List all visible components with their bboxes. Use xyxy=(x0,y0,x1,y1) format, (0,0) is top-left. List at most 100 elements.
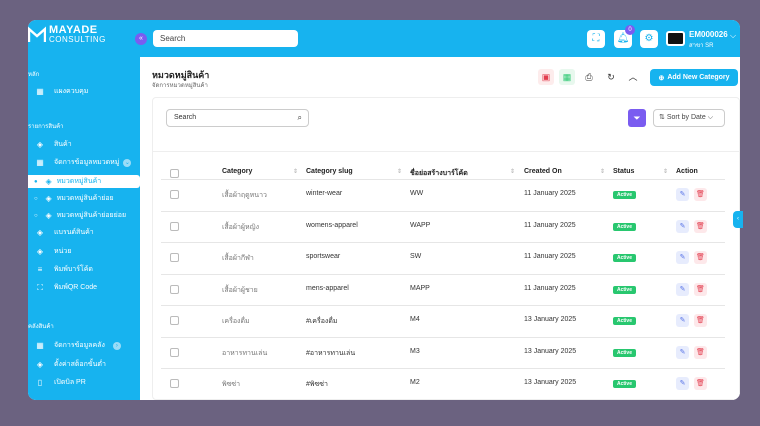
cell-slug: sportswear xyxy=(306,253,341,260)
header-status[interactable]: Status xyxy=(613,168,634,175)
row-checkbox[interactable] xyxy=(170,316,179,325)
status-badge: Active xyxy=(613,317,636,325)
edit-button[interactable]: ✎ xyxy=(676,188,689,201)
row-divider xyxy=(161,336,725,338)
gear-icon: ⚙ xyxy=(644,33,654,44)
cell-category: เสื้อผ้าผู้ชาย xyxy=(222,286,258,294)
grid-icon: ▦ xyxy=(36,341,44,350)
sidebar-item-open-pr[interactable]: ▯ เปิดบิล PR xyxy=(28,376,140,389)
export-pdf-button[interactable]: ▣ xyxy=(538,69,554,85)
app-window: MAYADE CONSULTING « ⛶ 🔔︎ 0 ⚙ EM000026 สา… xyxy=(28,20,740,400)
header-category-slug[interactable]: Category slug xyxy=(306,168,353,175)
delete-button[interactable]: 🗑︎ xyxy=(694,282,707,296)
cell-created-on: 13 January 2025 xyxy=(524,379,577,386)
table-row: เสื้อผ้าผู้หญิง womens-apparel WAPP 11 Janu… xyxy=(153,210,739,242)
cell-slug: mens-apparel xyxy=(306,284,349,292)
row-checkbox[interactable] xyxy=(170,190,179,199)
collapse-header-button[interactable]: ︿ xyxy=(625,69,641,85)
row-checkbox[interactable] xyxy=(170,221,179,231)
edit-icon: ✎ xyxy=(679,191,686,198)
refresh-icon: ↻ xyxy=(607,72,615,82)
table-row: อาหารทานเล่น #อาหารทานเล่น M3 13 January 20… xyxy=(153,336,739,368)
table-row: เครื่องดื่ม #เครื่องดื่ม M4 13 January 2025… xyxy=(153,305,739,336)
delete-button[interactable]: 🗑︎ xyxy=(694,188,707,201)
table-search-input[interactable]: Search ⌕ xyxy=(166,109,309,127)
printer-icon: ⎙ xyxy=(585,72,593,82)
bullet-icon: ○ xyxy=(34,195,38,202)
cell-created-on: 11 January 2025 xyxy=(524,253,576,260)
status-badge: Active xyxy=(613,222,636,231)
add-category-button[interactable]: ⊕ Add New Category xyxy=(650,69,738,86)
table-row: เสื้อผ้าฤดูหนาว winter-wear WW 11 January 2… xyxy=(153,179,739,210)
sort-icon[interactable]: ⇕ xyxy=(663,168,668,175)
fullscreen-icon: ⛶ xyxy=(592,33,600,44)
sort-icon[interactable]: ⇕ xyxy=(600,168,605,175)
delete-button[interactable]: 🗑︎ xyxy=(694,219,707,233)
refresh-button[interactable]: ↻ xyxy=(603,69,619,85)
cell-barcode-prefix: M2 xyxy=(410,379,420,386)
collapse-sidebar-button[interactable]: « xyxy=(135,33,147,45)
sidebar-item-brands[interactable]: ◈ แบรนด์สินค้า xyxy=(28,226,140,239)
sort-icon[interactable]: ⇕ xyxy=(397,168,402,175)
edit-button[interactable]: ✎ xyxy=(676,345,689,359)
row-checkbox[interactable] xyxy=(170,284,179,294)
box-icon: ◈ xyxy=(36,228,44,237)
delete-button[interactable]: 🗑︎ xyxy=(694,377,707,390)
edit-button[interactable]: ✎ xyxy=(676,314,689,327)
row-divider xyxy=(161,368,725,369)
sidebar-item-print-qr[interactable]: ⛶ พิมพ์QR Code xyxy=(28,281,140,294)
header-barcode-prefix[interactable]: ชื่อย่อสร้างบาร์โค้ด xyxy=(410,168,468,179)
sidebar-item-products[interactable]: ◈ สินค้า xyxy=(28,138,140,151)
sidebar-item-warehouse-management[interactable]: ▦ จัดการข้อมูลคลัง › xyxy=(28,339,140,352)
sort-select[interactable]: ⇅ Sort by Date ⌵ xyxy=(653,109,725,127)
box-icon: ◈ xyxy=(36,140,44,149)
cell-barcode-prefix: WW xyxy=(410,190,424,197)
sidebar-item-min-stock[interactable]: ◈ ตั้งค่าสต็อกขั้นต่ำ xyxy=(28,358,140,371)
settings-button[interactable]: ⚙ xyxy=(640,30,658,48)
sidebar-item-sub-subcategories[interactable]: ○ ◈ หมวดหมู่สินค้าย่อยย่อย xyxy=(28,209,140,222)
delete-button[interactable]: 🗑︎ xyxy=(694,314,707,327)
delete-button[interactable]: 🗑︎ xyxy=(694,251,707,264)
delete-button[interactable]: 🗑︎ xyxy=(694,345,707,359)
status-badge: Active xyxy=(613,254,636,262)
sidebar-item-subcategories[interactable]: ○ ◈ หมวดหมู่สินค้าย่อย xyxy=(28,192,140,205)
sort-icon[interactable]: ⇕ xyxy=(510,168,515,175)
row-checkbox[interactable] xyxy=(170,253,179,262)
filter-button[interactable]: ⏷ xyxy=(628,109,646,127)
print-button[interactable]: ⎙ xyxy=(581,69,597,85)
edit-button[interactable]: ✎ xyxy=(676,219,689,233)
chevron-down-icon: ⌵ xyxy=(707,114,714,121)
edit-button[interactable]: ✎ xyxy=(676,377,689,390)
select-all-checkbox[interactable] xyxy=(170,169,179,178)
trash-icon: 🗑︎ xyxy=(696,191,705,198)
row-checkbox[interactable] xyxy=(170,379,179,388)
avatar[interactable] xyxy=(666,31,685,46)
trash-icon: 🗑︎ xyxy=(696,285,705,293)
edit-button[interactable]: ✎ xyxy=(676,282,689,296)
fullscreen-button[interactable]: ⛶ xyxy=(587,30,605,48)
cell-barcode-prefix: MAPP xyxy=(410,284,430,292)
box-icon: ◈ xyxy=(36,360,44,369)
sidebar-item-category-management[interactable]: ▦ จัดการข้อมูลหมวดหมู่ ⌄ xyxy=(28,156,140,169)
header-category[interactable]: Category xyxy=(222,168,252,175)
cell-category: เสื้อผ้าผู้หญิง xyxy=(222,223,259,231)
sort-icon[interactable]: ⇕ xyxy=(293,168,298,175)
sidebar-item-dashboard[interactable]: ▦ แผงควบคุม xyxy=(28,85,140,98)
cell-category: อาหารทานเล่น xyxy=(222,349,268,357)
sidebar-item-product-categories[interactable]: ● ◈ หมวดหมู่สินค้า xyxy=(28,175,140,188)
chevron-down-icon[interactable]: ⌵ xyxy=(730,31,736,41)
sidebar-item-units[interactable]: ◈ หน่วย xyxy=(28,245,140,258)
sidebar-heading-products: รายการสินค้า xyxy=(28,124,64,130)
row-checkbox[interactable] xyxy=(170,347,179,357)
edit-icon: ✎ xyxy=(679,285,686,293)
export-excel-button[interactable]: ▦ xyxy=(559,69,575,85)
sidebar-item-print-barcode[interactable]: ≡ พิมพ์บาร์โค้ด xyxy=(28,263,140,276)
global-search-input[interactable] xyxy=(153,30,298,47)
cell-category: เสื้อผ้าฤดูหนาว xyxy=(222,192,267,199)
customizer-toggle-button[interactable]: ‹ xyxy=(733,211,743,228)
user-name[interactable]: EM000026 xyxy=(689,30,728,39)
edit-button[interactable]: ✎ xyxy=(676,251,689,264)
logo-mark-icon xyxy=(28,26,46,44)
header-created-on[interactable]: Created On xyxy=(524,168,562,175)
user-branch: สาขา SR xyxy=(689,43,714,49)
